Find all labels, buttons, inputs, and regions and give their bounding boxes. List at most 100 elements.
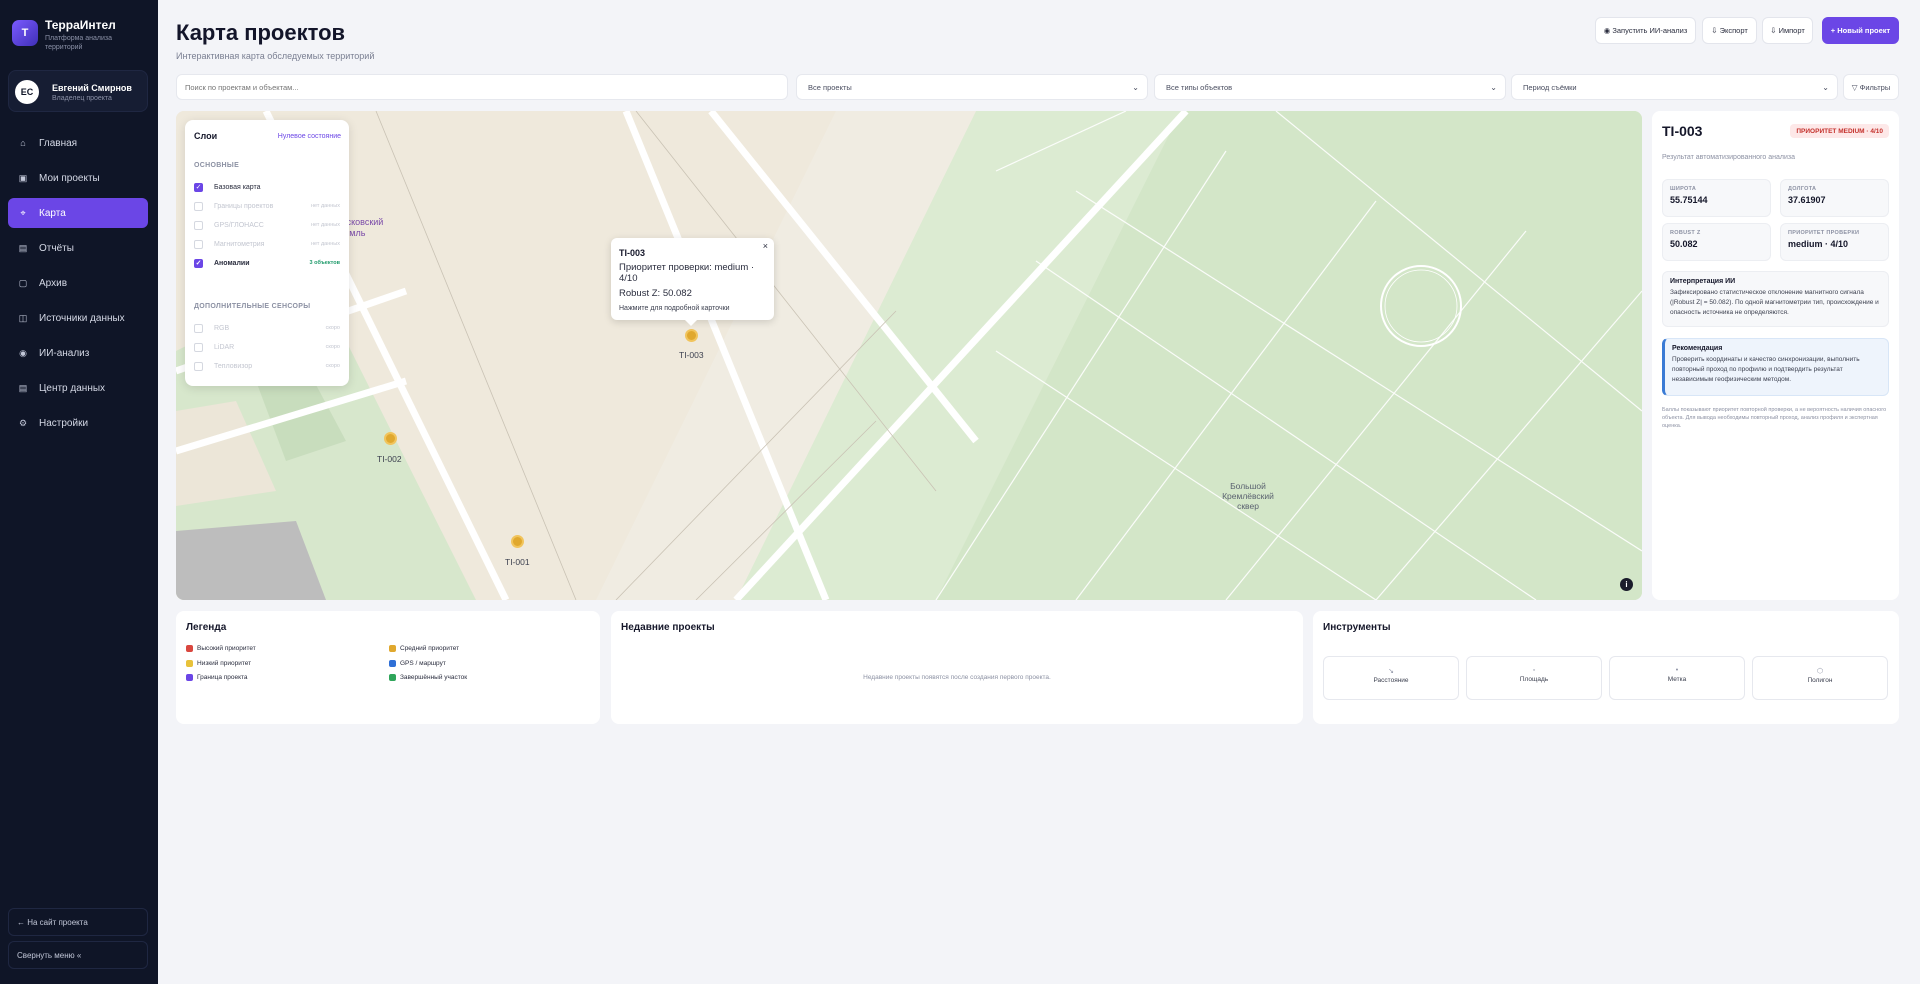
tools-card: Инструменты ↘ Расстояние ▫ Площадь • Метка ⬡ По… (1313, 611, 1899, 724)
legend-label: Завершённый участок (400, 674, 468, 681)
ai-interpretation-title: Интерпретация ИИ (1670, 278, 1736, 285)
robust-z-cell: ROBUST Z 50.082 (1662, 223, 1771, 261)
archive-icon: ▢ (18, 277, 28, 288)
checkbox-checked-icon[interactable]: ✓ (194, 258, 203, 268)
brand-logo: Т (12, 20, 38, 46)
legend-item: GPS / маршрут (389, 659, 446, 667)
marker-ti-001[interactable] (511, 535, 524, 548)
import-button[interactable]: ⇩ Импорт (1762, 17, 1813, 44)
checkbox-icon[interactable] (194, 201, 203, 211)
checkbox-icon[interactable] (194, 220, 203, 230)
layer-toggle[interactable]: Границы проектов нет данных (194, 199, 340, 213)
legend-label: GPS / маршрут (400, 659, 446, 667)
filters-button[interactable]: ▽ Фильтры (1843, 74, 1899, 100)
checkbox-icon[interactable] (194, 361, 203, 371)
new-project-button[interactable]: + Новый проект (1822, 17, 1899, 44)
marker-popup[interactable]: × TI-003 Приоритет проверки: medium · 4/… (611, 238, 774, 326)
layer-toggle[interactable]: Тепловизор скоро (194, 359, 340, 373)
longitude-cell: ДОЛГОТА 37.61907 (1780, 179, 1889, 217)
nav-item-8[interactable]: ⚙ Настройки (8, 408, 148, 438)
legend-swatch (389, 645, 396, 652)
map-canvas[interactable]: Московский Кремль Большой Кремлёвский ск… (176, 111, 1642, 600)
info-icon[interactable]: i (1620, 578, 1633, 591)
collapse-menu-button[interactable]: Свернуть меню « (8, 941, 148, 969)
layer-toggle[interactable]: Магнитометрия нет данных (194, 237, 340, 251)
longitude-label: ДОЛГОТА (1788, 186, 1817, 192)
layer-label: Магнитометрия (214, 240, 265, 248)
priority-badge: ПРИОРИТЕТ MEDIUM · 4/10 (1790, 124, 1889, 138)
tool-label: Метка (1667, 676, 1687, 683)
nav-item-label: Центр данных (39, 382, 106, 394)
run-ai-analysis-button[interactable]: ◉ Запустить ИИ-анализ (1595, 17, 1696, 44)
nav-item-0[interactable]: ⌂ Главная (8, 128, 148, 158)
brand-tagline: Платформа анализа территорий (45, 35, 113, 51)
robust-z-label: ROBUST Z (1670, 230, 1701, 236)
nav-item-6[interactable]: ◉ ИИ-анализ (8, 338, 148, 368)
nav-item-3[interactable]: ▤ Отчёты (8, 233, 148, 263)
layer-toggle[interactable]: LiDAR скоро (194, 340, 340, 354)
close-icon[interactable]: × (763, 241, 768, 251)
ai-interpretation-text: Зафиксировано статистическое отклонение … (1670, 289, 1879, 316)
user-card[interactable]: ЕС Евгений Смирнов Владелец проекта (8, 70, 148, 112)
tool-button[interactable]: ↘ Расстояние (1323, 656, 1459, 700)
layers-title: Слои (194, 131, 218, 141)
nav-item-label: ИИ-анализ (39, 347, 90, 359)
nav-item-label: Настройки (39, 417, 89, 429)
layer-meta: нет данных (310, 222, 340, 228)
legend-swatch (389, 659, 396, 667)
layer-meta: нет данных (310, 203, 340, 209)
zero-state-link[interactable]: Нулевое состояние (278, 133, 341, 140)
tool-button[interactable]: • Метка (1609, 656, 1745, 700)
checkbox-icon[interactable] (194, 342, 203, 352)
tool-button[interactable]: ▫ Площадь (1466, 656, 1602, 700)
nav-item-1[interactable]: ▣ Мои проекты (8, 163, 148, 193)
tools-title: Инструменты (1323, 622, 1391, 633)
legend-label: Высокий приоритет (197, 645, 256, 652)
legend-swatch (186, 674, 193, 681)
layer-label: Тепловизор (214, 362, 253, 370)
legend-item: Низкий приоритет (186, 659, 251, 667)
checkbox-icon[interactable] (194, 323, 203, 333)
nav-item-4[interactable]: ▢ Архив (8, 268, 148, 298)
nav-item-2[interactable]: ⌖ Карта (8, 198, 148, 228)
layer-label: Аномалии (214, 259, 250, 267)
latitude-cell: ШИРОТА 55.75144 (1662, 179, 1771, 217)
tool-label: Полигон (1807, 677, 1833, 684)
projects-select-value: Все проекты (808, 82, 852, 92)
tool-button[interactable]: ⬡ Полигон (1752, 656, 1888, 700)
layer-toggle[interactable]: ✓ Аномалии 3 объектов (194, 256, 340, 270)
chevron-down-icon: ⌄ (1822, 83, 1829, 92)
layer-toggle[interactable]: ✓ Базовая карта (194, 180, 340, 194)
nav-item-7[interactable]: ▤ Центр данных (8, 373, 148, 403)
nav-item-label: Мои проекты (39, 172, 100, 184)
projects-select[interactable]: Все проекты ⌄ (796, 74, 1148, 100)
map-basemap (176, 111, 1642, 600)
marker-label-ti-003: TI-003 (679, 350, 704, 360)
recommendation-title: Рекомендация (1672, 345, 1723, 352)
checkbox-checked-icon[interactable]: ✓ (194, 182, 203, 192)
marker-ti-002[interactable] (384, 432, 397, 445)
layer-toggle[interactable]: RGB скоро (194, 321, 340, 335)
layer-toggle[interactable]: GPS/ГЛОНАСС нет данных (194, 218, 340, 232)
nav-item-label: Отчёты (39, 242, 74, 254)
priority-label: ПРИОРИТЕТ ПРОВЕРКИ (1788, 230, 1860, 236)
export-button[interactable]: ⇩ Экспорт (1702, 17, 1757, 44)
marker-ti-003[interactable] (685, 329, 698, 342)
ai-interpretation-box: Интерпретация ИИ Зафиксировано статистич… (1662, 271, 1889, 327)
brand[interactable]: Т ТерраИнтел Платформа анализа территори… (10, 14, 150, 54)
page-title: Карта проектов (176, 20, 346, 45)
period-select-value: Период съёмки (1523, 82, 1577, 92)
checkbox-icon[interactable] (194, 239, 203, 249)
pin-icon: • (1675, 667, 1679, 674)
site-link[interactable]: ← На сайт проекта (8, 908, 148, 936)
layers-panel: Слои Нулевое состояние ОСНОВНЫЕ ДОПОЛНИТ… (185, 120, 349, 386)
object-types-select[interactable]: Все типы объектов ⌄ (1154, 74, 1506, 100)
popup-priority: Приоритет проверки: medium · 4/10 (619, 262, 755, 284)
brand-name: ТерраИнтел (45, 18, 116, 32)
search-input[interactable] (176, 74, 788, 100)
recommendation-text: Проверить координаты и качество синхрони… (1672, 356, 1860, 383)
legend-item: Граница проекта (186, 674, 248, 681)
period-select[interactable]: Период съёмки ⌄ (1511, 74, 1838, 100)
latitude-label: ШИРОТА (1670, 186, 1697, 192)
nav-item-5[interactable]: ◫ Источники данных (8, 303, 148, 333)
